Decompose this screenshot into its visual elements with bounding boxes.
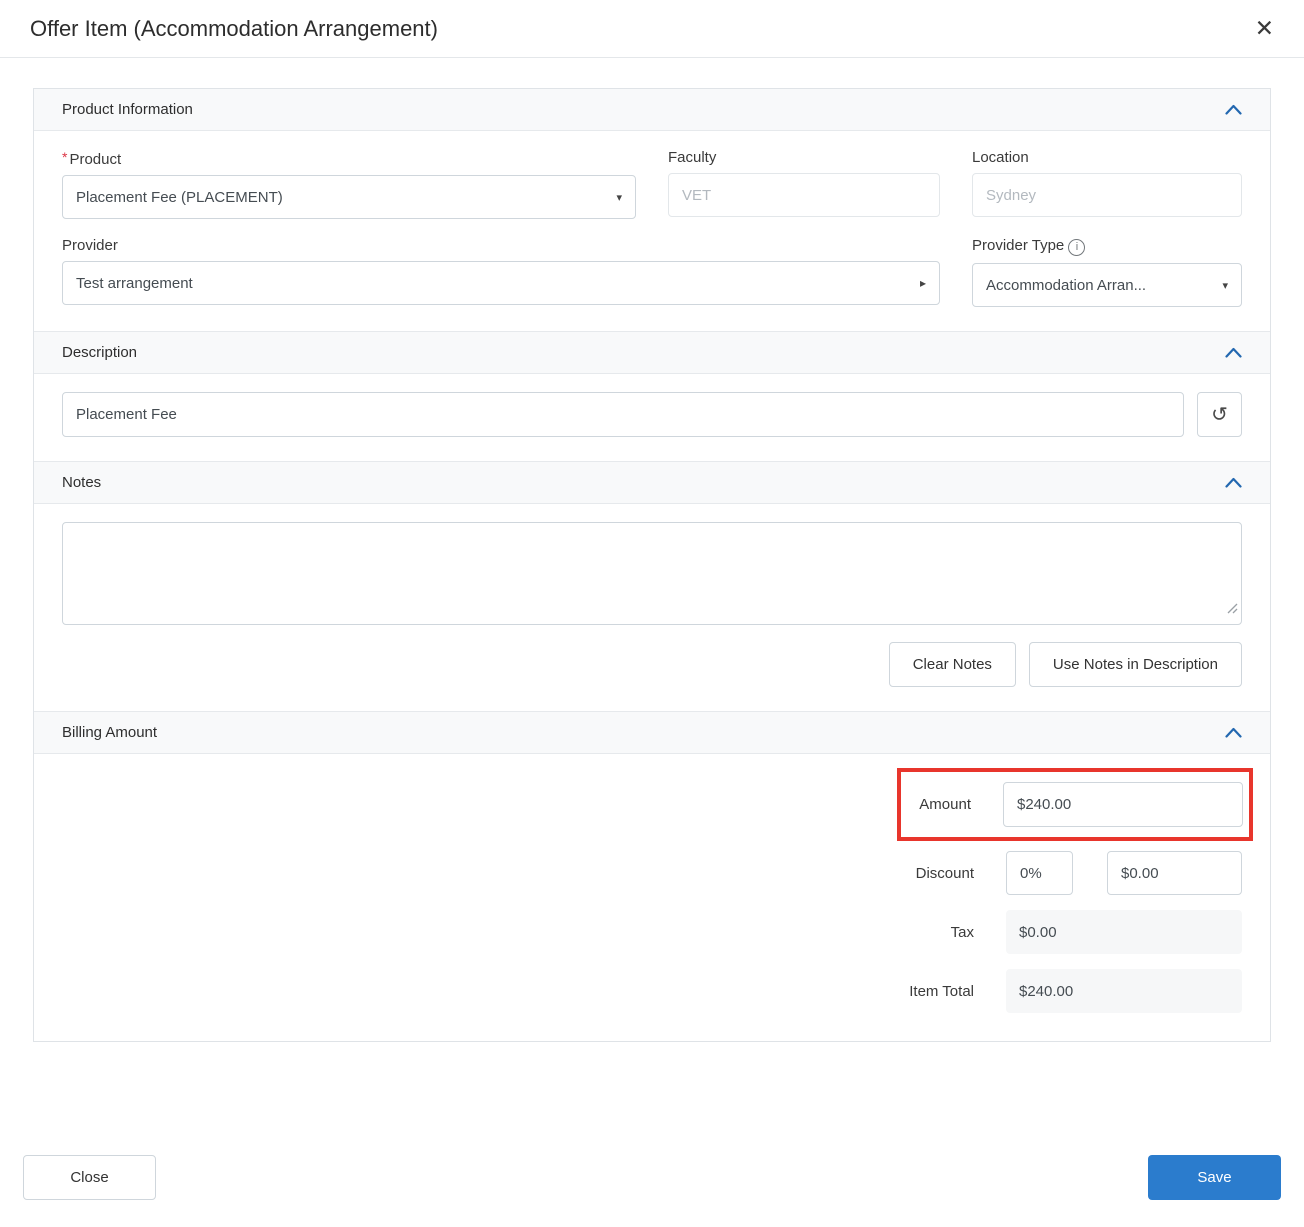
description-body: ↺	[34, 374, 1270, 461]
discount-label: Discount	[915, 864, 974, 882]
chevron-up-icon[interactable]	[1225, 347, 1242, 358]
discount-amount-input[interactable]	[1107, 851, 1242, 895]
caret-down-icon: ▾	[616, 191, 622, 204]
provider-select-value: Test arrangement	[76, 274, 193, 292]
section-billing-amount: Billing Amount Amount Discount	[34, 711, 1270, 1041]
location-label: Location	[972, 149, 1029, 166]
location-field	[972, 173, 1242, 217]
product-select-value: Placement Fee (PLACEMENT)	[76, 188, 283, 206]
section-header-product-information[interactable]: Product Information	[34, 89, 1270, 131]
product-select[interactable]: Placement Fee (PLACEMENT) ▾	[62, 175, 636, 219]
item-total-row: Item Total $240.00	[909, 969, 1242, 1013]
billing-body: Amount Discount Tax $0.00 Item Total	[34, 754, 1270, 1041]
section-title: Description	[62, 344, 138, 361]
caret-right-icon: ▸	[919, 276, 926, 290]
amount-highlight-box: Amount	[897, 768, 1253, 841]
history-icon: ↺	[1211, 404, 1228, 426]
resize-handle[interactable]	[1227, 601, 1238, 619]
chevron-up-icon[interactable]	[1225, 104, 1242, 115]
use-notes-in-description-button[interactable]: Use Notes in Description	[1028, 642, 1242, 687]
section-title: Billing Amount	[62, 724, 158, 741]
provider-type-label: Provider Type i	[972, 237, 1242, 256]
close-icon[interactable]: ✕	[1251, 15, 1278, 42]
faculty-label: Faculty	[668, 149, 717, 166]
section-title: Product Information	[62, 101, 193, 118]
restore-description-button[interactable]: ↺	[1197, 392, 1242, 437]
section-header-notes[interactable]: Notes	[34, 461, 1270, 504]
required-asterisk: *	[62, 149, 68, 165]
section-product-information: Product Information * Product Placement F…	[34, 89, 1270, 331]
clear-notes-button[interactable]: Clear Notes	[888, 642, 1016, 687]
chevron-up-icon[interactable]	[1225, 477, 1242, 488]
section-header-billing-amount[interactable]: Billing Amount	[34, 711, 1270, 754]
tax-value: $0.00	[1006, 910, 1242, 954]
discount-percent-input[interactable]	[1006, 851, 1073, 895]
notes-body: Clear Notes Use Notes in Description	[34, 504, 1270, 711]
provider-type-select-value: Accommodation Arran...	[986, 276, 1147, 294]
chevron-up-icon[interactable]	[1225, 727, 1242, 738]
caret-down-icon: ▾	[1222, 279, 1228, 292]
modal-title: Offer Item (Accommodation Arrangement)	[30, 15, 438, 41]
offer-item-modal: Offer Item (Accommodation Arrangement) ✕…	[0, 0, 1304, 1200]
section-description: Description ↺	[34, 331, 1270, 461]
product-information-body: * Product Placement Fee (PLACEMENT) ▾ Fac…	[34, 131, 1270, 331]
amount-input[interactable]	[1003, 782, 1243, 827]
section-header-description[interactable]: Description	[34, 331, 1270, 374]
section-title: Notes	[62, 474, 102, 491]
modal-body: Product Information * Product Placement F…	[33, 88, 1271, 1042]
product-label: * Product	[62, 149, 122, 168]
provider-label: Provider	[62, 237, 118, 254]
info-icon[interactable]: i	[1068, 239, 1086, 256]
item-total-label: Item Total	[909, 982, 974, 1000]
faculty-field	[668, 173, 940, 217]
discount-row: Discount	[916, 851, 1242, 895]
provider-select[interactable]: Test arrangement ▸	[62, 261, 940, 305]
provider-type-select[interactable]: Accommodation Arran... ▾	[972, 263, 1242, 307]
tax-row: Tax $0.00	[951, 910, 1242, 954]
amount-label: Amount	[919, 796, 971, 813]
tax-label: Tax	[950, 923, 974, 941]
section-notes: Notes Clear Notes Use Notes in Descripti…	[34, 461, 1270, 711]
modal-header: Offer Item (Accommodation Arrangement) ✕	[0, 0, 1304, 58]
notes-textarea[interactable]	[62, 522, 1242, 625]
item-total-value: $240.00	[1006, 969, 1242, 1013]
description-input[interactable]	[62, 392, 1184, 437]
